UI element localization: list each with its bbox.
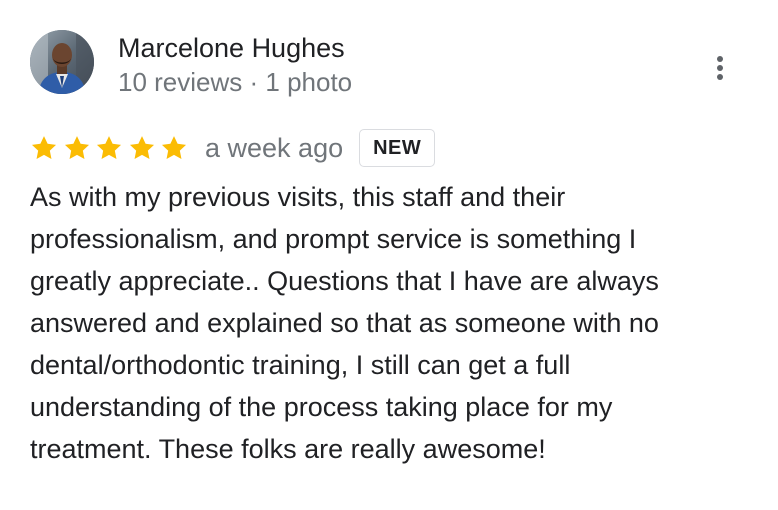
avatar-photo (30, 30, 94, 94)
author-name[interactable]: Marcelone Hughes (118, 31, 345, 65)
review-card: Marcelone Hughes 10 reviews · 1 photo a … (0, 0, 778, 510)
author-meta: 10 reviews · 1 photo (118, 67, 353, 97)
review-text: As with my previous visits, this staff a… (30, 182, 659, 464)
more-dot (717, 65, 723, 71)
more-vert-icon[interactable] (704, 50, 736, 84)
more-dot (717, 74, 723, 80)
star-icon (31, 136, 57, 159)
star-rating (30, 134, 188, 162)
review-time: a week ago (205, 133, 344, 163)
star-icon (129, 136, 154, 159)
more-dot (717, 56, 723, 62)
avatar[interactable] (30, 30, 94, 94)
star-icon (96, 136, 122, 159)
star-icon (161, 136, 187, 159)
new-badge: NEW (359, 129, 436, 167)
rating-row: a week ago NEW (30, 127, 436, 169)
star-icon (64, 136, 89, 159)
